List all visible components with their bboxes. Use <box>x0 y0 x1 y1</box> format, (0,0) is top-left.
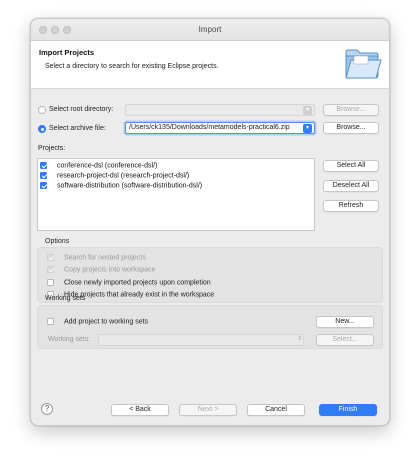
close-imported-checkbox[interactable] <box>47 279 54 286</box>
title-bar: Import <box>31 19 389 41</box>
working-sets-title: Working sets <box>45 295 86 302</box>
root-directory-label: Select root directory: <box>49 106 114 113</box>
project-checkbox[interactable] <box>40 182 47 189</box>
root-directory-dropdown-icon[interactable]: ▾ <box>303 106 312 115</box>
project-label: conference-dsl (conference-dsl/) <box>57 162 158 170</box>
archive-file-label: Select archive file: <box>49 125 106 132</box>
import-dialog: Import Import Projects Select a director… <box>30 18 390 426</box>
page-description: Select a directory to search for existin… <box>45 63 219 70</box>
archive-file-input[interactable]: /Users/ck135/Downloads/metamodels-practi… <box>125 122 315 134</box>
search-nested-checkbox <box>47 254 54 261</box>
archive-file-radio[interactable] <box>38 125 46 133</box>
project-label: research-project-dsl (research-project-d… <box>57 172 190 180</box>
list-item[interactable]: conference-dsl (conference-dsl/) <box>40 162 157 171</box>
project-label: software-distribution (software-distribu… <box>57 182 203 190</box>
copy-projects-checkbox <box>47 266 54 273</box>
next-button[interactable]: Next > <box>179 404 237 416</box>
archive-browse-button[interactable]: Browse... <box>323 122 379 134</box>
root-browse-button[interactable]: Browse... <box>323 104 379 116</box>
projects-list[interactable]: conference-dsl (conference-dsl/) researc… <box>37 158 315 231</box>
project-checkbox[interactable] <box>40 162 47 169</box>
options-group: Search for nested projects Copy projects… <box>37 247 383 303</box>
updown-chevron-icon: ⇕ <box>297 336 303 342</box>
projects-label: Projects: <box>38 145 66 152</box>
add-to-working-sets-checkbox[interactable] <box>47 318 54 325</box>
search-nested-option: Search for nested projects <box>47 254 146 261</box>
working-sets-group: Add project to working sets New... Worki… <box>37 305 383 349</box>
search-nested-label: Search for nested projects <box>64 254 146 262</box>
refresh-button[interactable]: Refresh <box>323 200 379 212</box>
new-working-set-button[interactable]: New... <box>316 316 374 328</box>
wizard-header: Import Projects Select a directory to se… <box>31 41 389 89</box>
help-icon[interactable]: ? <box>41 403 53 415</box>
cancel-button[interactable]: Cancel <box>247 404 305 416</box>
options-title: Options <box>45 238 70 245</box>
working-sets-label: Working sets: <box>48 336 91 343</box>
select-all-button[interactable]: Select All <box>323 160 379 172</box>
hide-existing-label: Hide projects that already exist in the … <box>64 291 215 299</box>
working-sets-select[interactable] <box>98 334 304 346</box>
list-item[interactable]: research-project-dsl (research-project-d… <box>40 172 189 181</box>
add-to-working-sets-option[interactable]: Add project to working sets <box>47 318 148 325</box>
window-title: Import <box>198 25 222 34</box>
archive-dropdown-icon[interactable]: ▾ <box>303 124 312 133</box>
close-imported-label: Close newly imported projects upon compl… <box>64 279 211 287</box>
project-checkbox[interactable] <box>40 172 47 179</box>
folder-icon <box>345 49 382 79</box>
back-button[interactable]: < Back <box>111 404 169 416</box>
close-imported-option[interactable]: Close newly imported projects upon compl… <box>47 279 211 286</box>
root-directory-radio[interactable] <box>38 106 46 114</box>
copy-projects-option: Copy projects into workspace <box>47 266 155 273</box>
deselect-all-button[interactable]: Deselect All <box>323 180 379 192</box>
select-working-sets-button[interactable]: Select... <box>316 334 374 346</box>
page-title: Import Projects <box>39 48 95 57</box>
root-directory-input[interactable] <box>125 104 315 116</box>
list-item[interactable]: software-distribution (software-distribu… <box>40 182 202 191</box>
finish-button[interactable]: Finish <box>319 404 377 416</box>
add-to-working-sets-label: Add project to working sets <box>64 318 149 326</box>
copy-projects-label: Copy projects into workspace <box>64 266 156 274</box>
